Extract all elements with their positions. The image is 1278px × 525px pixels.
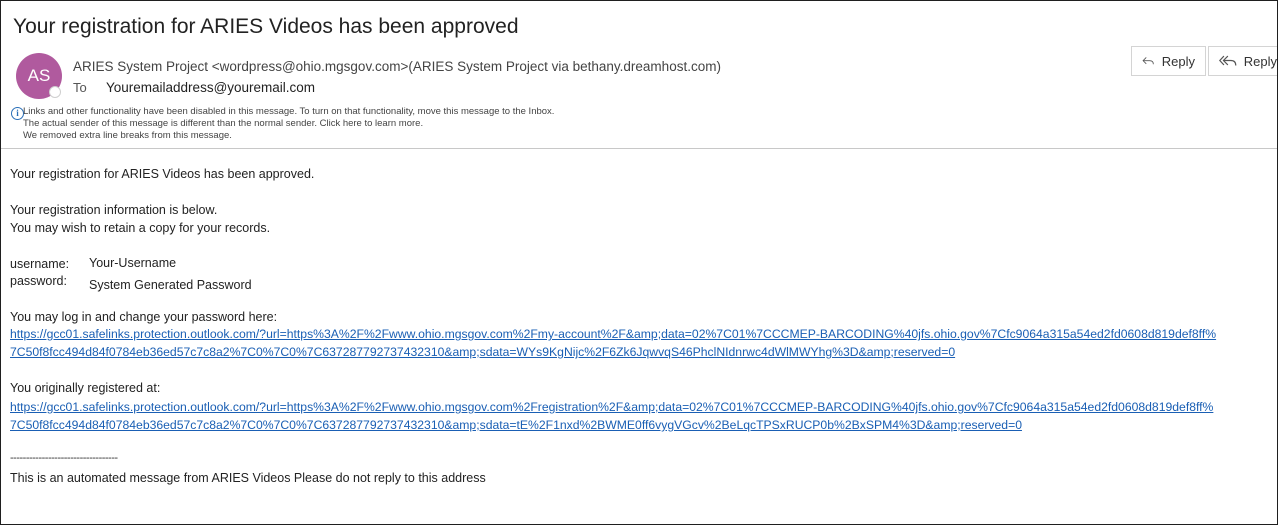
to-label: To <box>73 80 87 95</box>
reply-all-button[interactable]: Reply <box>1208 46 1277 76</box>
change-password-link-line-2[interactable]: 7C50f8fcc494d84f0784eb36ed57c7c8a2%7C0%7… <box>10 344 955 361</box>
body-retain-copy-text: You may wish to retain a copy for your r… <box>10 221 271 235</box>
info-bar: Links and other functionality have been … <box>23 106 554 142</box>
info-message-links-disabled: Links and other functionality have been … <box>23 106 555 117</box>
email-subject: Your registration for ARIES Videos has b… <box>13 15 519 38</box>
registration-link-line-2[interactable]: 7C50f8fcc494d84f0784eb36ed57c7c8a2%7C0%7… <box>10 417 1022 434</box>
email-reading-pane: Your registration for ARIES Videos has b… <box>0 0 1278 525</box>
info-message-line-breaks: We removed extra line breaks from this m… <box>23 130 232 141</box>
reply-all-icon <box>1219 55 1237 66</box>
header-divider <box>1 148 1277 149</box>
sender-line[interactable]: ARIES System Project <wordpress@ohio.mgs… <box>73 59 721 74</box>
username-label: username: <box>10 257 70 271</box>
reply-label: Reply <box>1161 53 1195 69</box>
password-value: System Generated Password <box>89 278 252 292</box>
change-password-link-line-1[interactable]: https://gcc01.safelinks.protection.outlo… <box>10 326 1216 343</box>
registered-at-text: You originally registered at: <box>10 381 161 395</box>
registration-link-line-1[interactable]: https://gcc01.safelinks.protection.outlo… <box>10 399 1213 416</box>
recipient-address[interactable]: Youremailaddress@youremail.com <box>106 80 315 95</box>
body-approved-text: Your registration for ARIES Videos has b… <box>10 167 315 181</box>
avatar-initials: AS <box>27 66 51 85</box>
change-password-text: You may log in and change your password … <box>10 310 278 324</box>
password-label: password: <box>10 274 67 288</box>
username-value: Your-Username <box>89 256 177 270</box>
body-info-below-text: Your registration information is below. <box>10 203 218 217</box>
info-message-sender-different[interactable]: The actual sender of this message is dif… <box>23 118 554 130</box>
reply-all-label: Reply <box>1243 53 1277 69</box>
presence-status-icon <box>49 86 61 98</box>
reply-icon <box>1142 57 1154 65</box>
signature-divider: ---------------------------------- <box>10 452 118 464</box>
reply-button[interactable]: Reply <box>1131 46 1206 76</box>
footer-text: This is an automated message from ARIES … <box>10 471 486 485</box>
